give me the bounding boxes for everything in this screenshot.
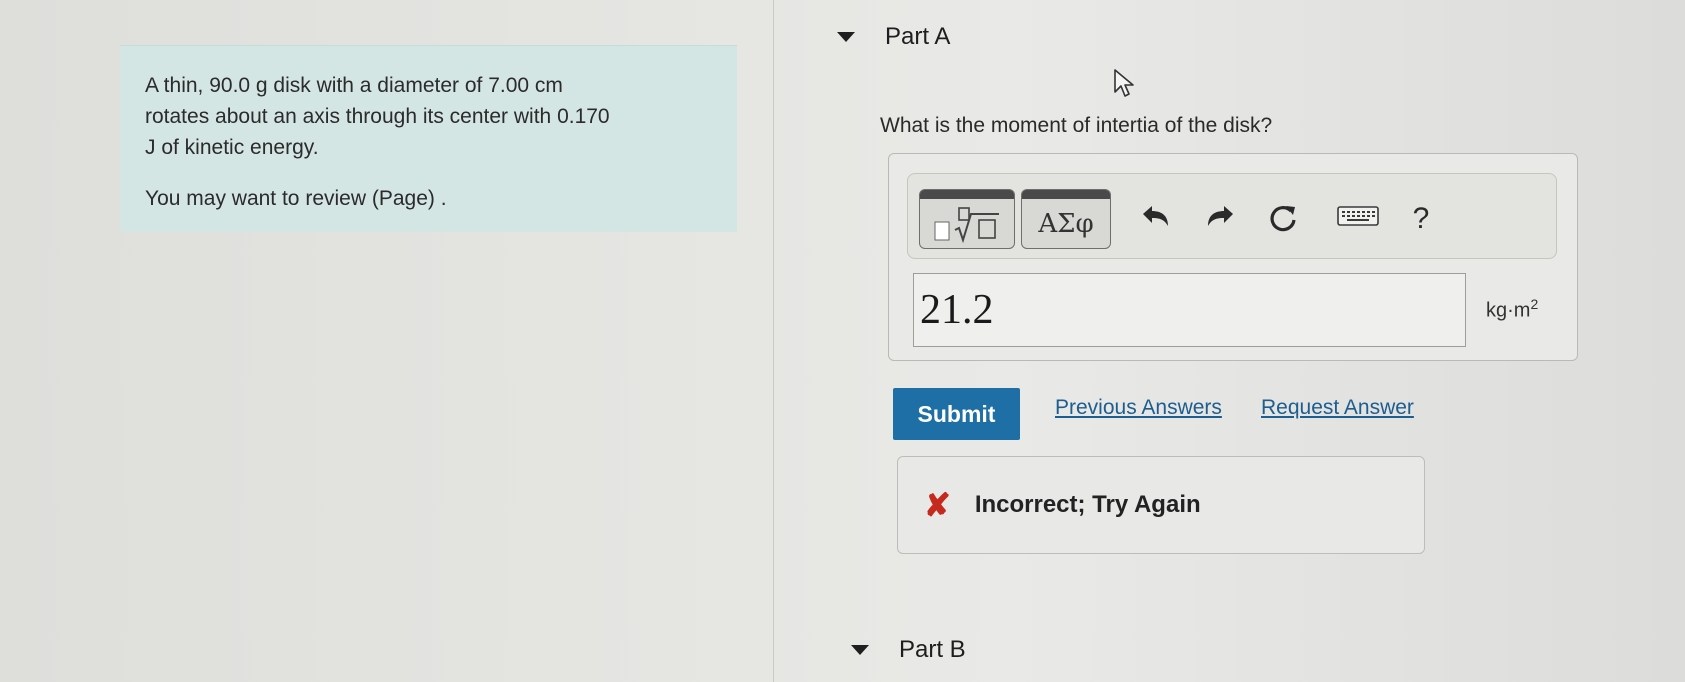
- problem-line-1: A thin, 90.0 g disk with a diameter of 7…: [145, 74, 563, 97]
- feedback-message: Incorrect; Try Again: [974, 491, 1201, 518]
- unit-label: kg·m2: [1486, 296, 1538, 323]
- redo-button[interactable]: [1200, 202, 1240, 240]
- templates-icon: [934, 206, 999, 243]
- keyboard-button[interactable]: [1333, 202, 1383, 236]
- mouse-cursor-icon: [1114, 69, 1134, 97]
- reset-button[interactable]: [1263, 202, 1303, 244]
- unit-exponent: 2: [1530, 296, 1539, 312]
- problem-statement: A thin, 90.0 g disk with a diameter of 7…: [120, 45, 737, 232]
- help-label: ?: [1412, 202, 1430, 235]
- greek-symbols-label: ΑΣφ: [1038, 208, 1094, 239]
- keyboard-icon: [1337, 206, 1379, 226]
- column-divider: [773, 0, 774, 682]
- answer-input[interactable]: [913, 273, 1466, 347]
- part-a-title: Part A: [885, 23, 951, 50]
- collapse-triangle-icon[interactable]: [851, 645, 869, 655]
- templates-button[interactable]: [919, 189, 1015, 249]
- unit-base: kg·m: [1486, 299, 1531, 322]
- part-a-header[interactable]: Part A: [837, 23, 950, 51]
- math-toolbar: ΑΣφ ?: [907, 173, 1557, 259]
- part-b-title: Part B: [899, 636, 966, 663]
- reset-icon: [1270, 206, 1296, 232]
- review-link-text[interactable]: You may want to review (Page) .: [145, 183, 712, 214]
- submit-button[interactable]: Submit: [893, 388, 1020, 440]
- request-answer-link[interactable]: Request Answer: [1261, 396, 1414, 420]
- previous-answers-link[interactable]: Previous Answers: [1055, 396, 1222, 420]
- greek-symbols-button[interactable]: ΑΣφ: [1021, 189, 1111, 249]
- problem-line-2: rotates about an axis through its center…: [145, 105, 610, 128]
- collapse-triangle-icon[interactable]: [837, 32, 855, 42]
- answer-box: ΑΣφ ? 21.2 kg·m2: [888, 153, 1578, 361]
- incorrect-x-icon: ✘: [924, 487, 951, 523]
- part-b-header[interactable]: Part B: [851, 636, 966, 664]
- feedback-box: ✘ Incorrect; Try Again: [897, 456, 1425, 554]
- redo-icon: [1208, 206, 1233, 226]
- undo-icon: [1143, 206, 1168, 226]
- help-button[interactable]: ?: [1401, 202, 1441, 236]
- part-a-question: What is the moment of intertia of the di…: [880, 114, 1273, 137]
- undo-button[interactable]: [1136, 202, 1176, 240]
- problem-line-3: J of kinetic energy.: [145, 136, 319, 159]
